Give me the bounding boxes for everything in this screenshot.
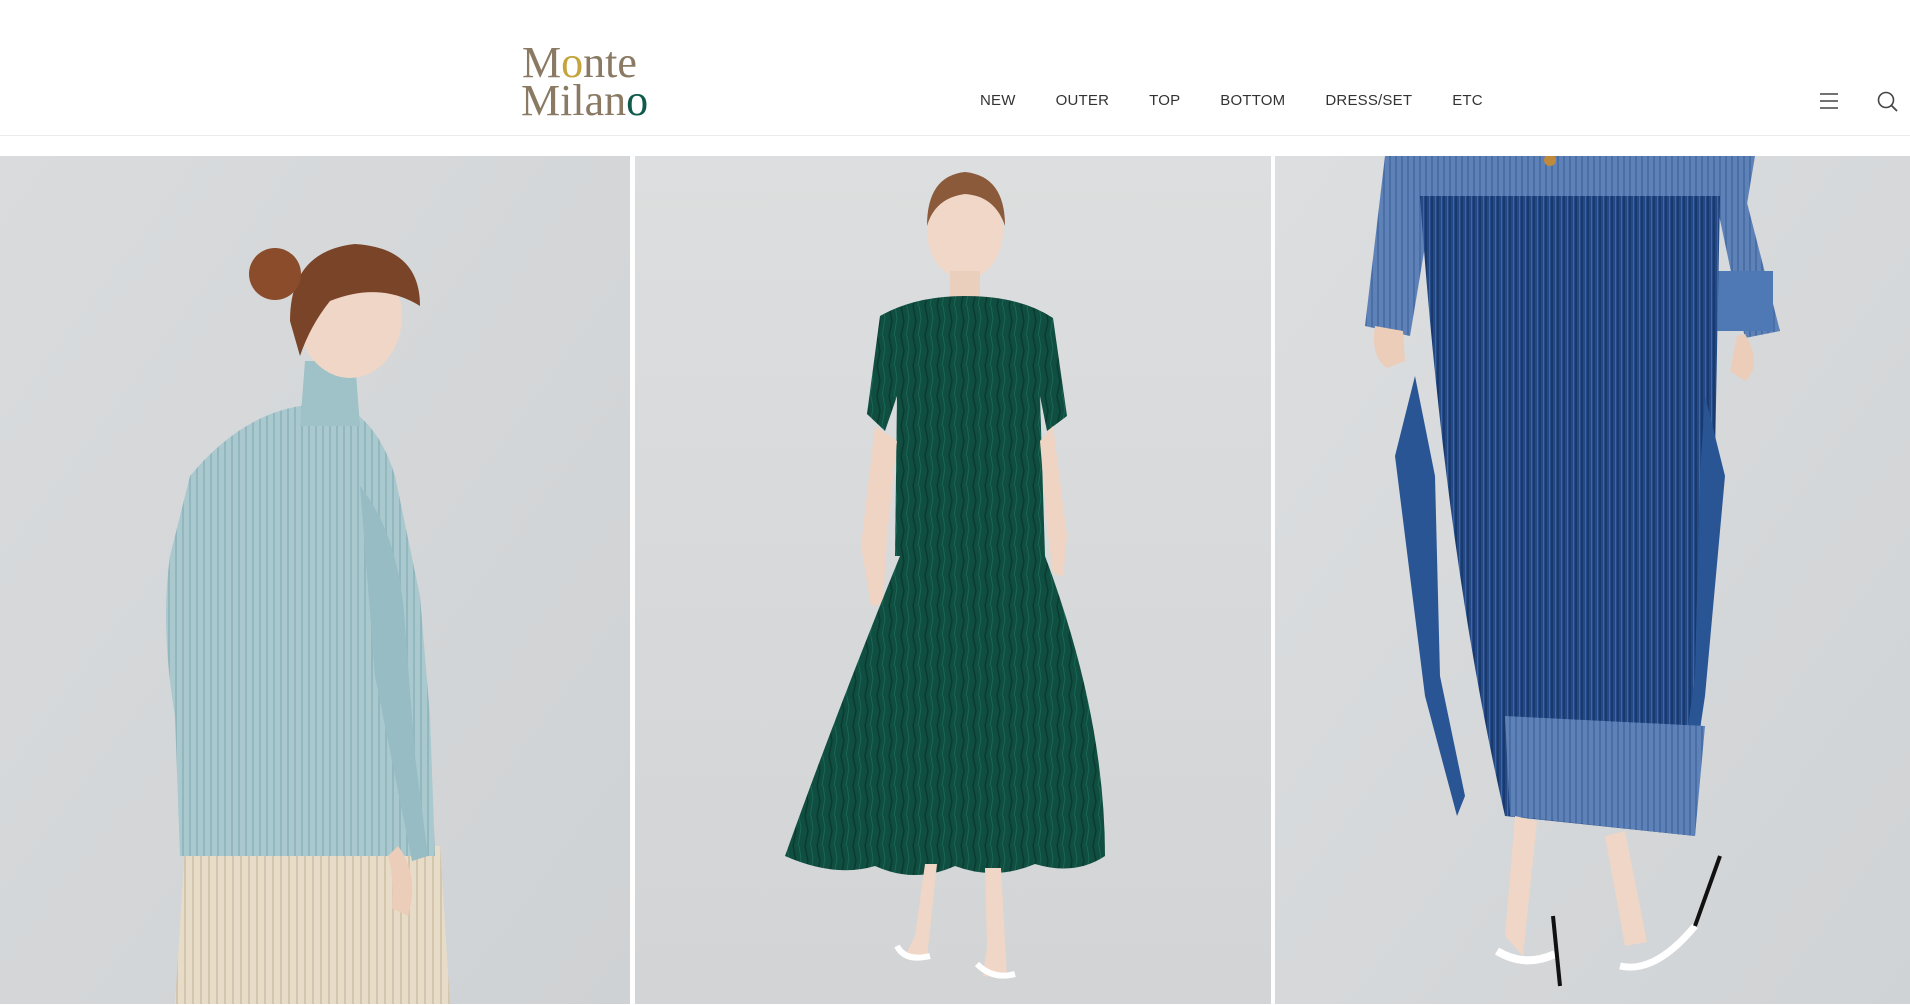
site-header: Monte Milano NEW OUTER TOP BOTTOM DRESS/… (0, 0, 1910, 136)
main-nav: NEW OUTER TOP BOTTOM DRESS/SET ETC (980, 92, 1483, 116)
brand-logo[interactable]: Monte Milano (521, 41, 652, 125)
nav-item-top[interactable]: TOP (1149, 92, 1180, 116)
product-image-1[interactable] (0, 156, 630, 1004)
nav-item-etc[interactable]: ETC (1452, 92, 1483, 116)
nav-item-bottom[interactable]: BOTTOM (1220, 92, 1285, 116)
search-icon[interactable] (1875, 89, 1899, 113)
product-image-3[interactable] (1275, 156, 1910, 1004)
nav-item-dress-set[interactable]: DRESS/SET (1325, 92, 1412, 116)
menu-icon[interactable] (1817, 89, 1841, 113)
hamburger-glyph (1820, 93, 1838, 109)
product-photo-illustration (635, 156, 1271, 1004)
nav-item-new[interactable]: NEW (980, 92, 1016, 116)
nav-item-outer[interactable]: OUTER (1056, 92, 1110, 116)
page: Monte Milano NEW OUTER TOP BOTTOM DRESS/… (0, 0, 1910, 1005)
logo-line-2: Milano (521, 76, 649, 125)
product-image-grid (0, 156, 1910, 1004)
product-photo-illustration (0, 156, 630, 1004)
product-image-2[interactable] (635, 156, 1271, 1004)
product-photo-illustration (1275, 156, 1910, 1004)
magnifier-glyph (1877, 91, 1898, 112)
